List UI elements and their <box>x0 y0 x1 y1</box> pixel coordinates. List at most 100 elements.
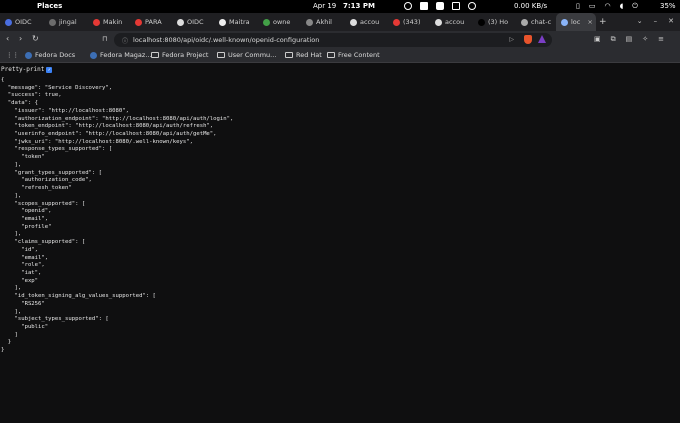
tray-app-icon[interactable] <box>404 2 412 10</box>
reload-icon[interactable]: ↻ <box>32 34 39 43</box>
json-line: "id_token_signing_alg_values_supported":… <box>1 293 156 300</box>
places-menu[interactable]: Places <box>37 2 62 10</box>
tab-title: PARA <box>145 18 162 26</box>
tab-title: Makin <box>103 18 123 26</box>
browser-tab[interactable]: loc × <box>556 13 596 31</box>
pretty-print-checkbox[interactable]: ✓ <box>46 66 53 73</box>
browser-tab[interactable]: accou <box>345 13 388 31</box>
forward-arrow-icon[interactable]: › <box>19 34 22 43</box>
bookmark-item[interactable]: Red Hat <box>285 51 322 59</box>
tab-favicon-icon <box>350 18 357 26</box>
browser-tab[interactable]: PARA <box>130 13 172 31</box>
json-line: { <box>1 77 5 83</box>
browser-tab[interactable]: jingal <box>44 13 88 31</box>
browser-tab[interactable]: OIDC <box>172 13 214 31</box>
clipboard-icon[interactable]: ▯ <box>576 2 580 11</box>
tray-app-icon[interactable] <box>452 2 460 10</box>
bookmark-item[interactable]: User Commu... <box>217 51 276 59</box>
browser-tab[interactable]: Maitra <box>214 13 258 31</box>
json-line: "RS256" <box>1 300 45 307</box>
tab-title: accou <box>360 18 380 26</box>
url-text[interactable]: localhost:8080/api/oidc/.well-known/open… <box>133 36 319 44</box>
url-bar[interactable]: ⓘ localhost:8080/api/oidc/.well-known/op… <box>114 33 552 47</box>
json-line: "email", <box>1 254 49 261</box>
extensions-icon[interactable]: ⧉ <box>611 35 616 44</box>
browser-tab[interactable]: (343) <box>388 13 430 31</box>
browser-tab[interactable]: chat-c <box>516 13 556 31</box>
tray-app-icon[interactable] <box>436 2 444 10</box>
browser-tab[interactable]: Akhil <box>301 13 345 31</box>
new-tab-icon[interactable]: + <box>599 17 607 27</box>
screen-icon[interactable]: ▭ <box>589 2 596 11</box>
tab-favicon-icon <box>49 18 56 26</box>
tab-title: owne <box>273 18 291 26</box>
bookmark-label: User Commu... <box>228 51 277 59</box>
tab-favicon-icon <box>5 18 12 26</box>
wallet-icon[interactable]: ▤ <box>626 35 633 44</box>
volume-icon[interactable]: ◖ <box>620 2 624 11</box>
json-line: "grant_types_supported": [ <box>1 169 103 176</box>
tray-app-icon[interactable] <box>420 2 428 10</box>
bookmark-item[interactable]: Fedora Magaz... <box>90 51 152 59</box>
tab-favicon-icon <box>478 18 485 26</box>
json-line: ] <box>1 331 18 338</box>
bookmark-item[interactable]: Fedora Docs <box>25 51 75 59</box>
bookmark-label: Fedora Project <box>162 51 209 59</box>
bookmark-item[interactable]: Free Content <box>327 51 380 59</box>
tab-title: Maitra <box>229 18 250 26</box>
site-info-icon[interactable]: ⓘ <box>122 36 128 45</box>
tab-title: loc <box>571 18 581 26</box>
json-line: "refresh_token" <box>1 185 72 192</box>
clock-date[interactable]: Apr 19 <box>313 2 336 10</box>
brave-rewards-icon[interactable] <box>538 35 546 43</box>
tab-title: OIDC <box>187 18 204 26</box>
json-line: ], <box>1 231 22 238</box>
json-line: "success": true, <box>1 92 62 99</box>
tab-favicon-icon <box>93 18 100 26</box>
folder-icon <box>217 52 225 58</box>
json-response-body: { "message": "Service Discovery", "succe… <box>1 77 233 355</box>
browser-tab[interactable]: owne <box>258 13 301 31</box>
json-line: "claims_supported": [ <box>1 239 86 246</box>
json-line: "authorization_code", <box>1 177 92 184</box>
bookmark-item[interactable]: Fedora Project <box>151 51 208 59</box>
bookmark-label: Free Content <box>338 51 380 59</box>
brave-shield-icon[interactable] <box>524 35 532 44</box>
json-line: "public" <box>1 324 49 330</box>
sidebar-icon[interactable]: ▣ <box>594 35 601 44</box>
json-line: "role", <box>1 262 45 269</box>
battery-level: 35% <box>660 2 676 10</box>
bookmark-icon[interactable]: ⊓ <box>102 35 107 43</box>
tray-app-icon[interactable] <box>468 2 476 10</box>
json-line: ], <box>1 308 22 315</box>
toolbar-actions: ▣ ⧉ ▤ ✧ ≡ <box>594 35 664 44</box>
browser-tab[interactable]: (3) Ho <box>473 13 516 31</box>
chevron-down-icon[interactable]: ⌄ <box>637 17 643 25</box>
media-icon[interactable]: ▷ <box>509 36 514 43</box>
pretty-print-label: Pretty-print <box>1 66 45 73</box>
browser-tab[interactable]: accou <box>430 13 473 31</box>
pretty-print-toggle[interactable]: Pretty-print ✓ <box>1 66 53 73</box>
leo-icon[interactable]: ✧ <box>642 35 648 44</box>
network-speed: 0.00 KB/s <box>514 2 548 10</box>
browser-tab[interactable]: OIDC <box>0 13 44 31</box>
wifi-icon[interactable]: ◠ <box>604 2 610 11</box>
json-line: "token_endpoint": "http://localhost:8080… <box>1 123 214 130</box>
back-arrow-icon[interactable]: ‹ <box>6 34 9 43</box>
browser-tab[interactable]: Makin <box>88 13 130 31</box>
minimize-icon[interactable]: – <box>654 17 658 25</box>
json-line: "authorization_endpoint": "http://localh… <box>1 115 234 122</box>
clock-time[interactable]: 7:13 PM <box>343 2 375 10</box>
tab-favicon-icon <box>561 18 568 26</box>
power-icon[interactable]: ⏻ <box>632 2 638 11</box>
folder-icon <box>151 52 159 58</box>
close-window-icon[interactable]: ✕ <box>668 17 674 25</box>
tab-title: OIDC <box>15 18 32 26</box>
tab-title: jingal <box>59 18 77 26</box>
close-tab-icon[interactable]: × <box>587 18 592 26</box>
json-line: "scopes_supported": [ <box>1 200 86 207</box>
apps-grid-icon[interactable]: ⋮⋮ <box>6 51 19 59</box>
tab-favicon-icon <box>521 18 528 26</box>
menu-icon[interactable]: ≡ <box>658 35 664 44</box>
json-line: "jwks_uri": "http://localhost:8080/.well… <box>1 138 193 145</box>
